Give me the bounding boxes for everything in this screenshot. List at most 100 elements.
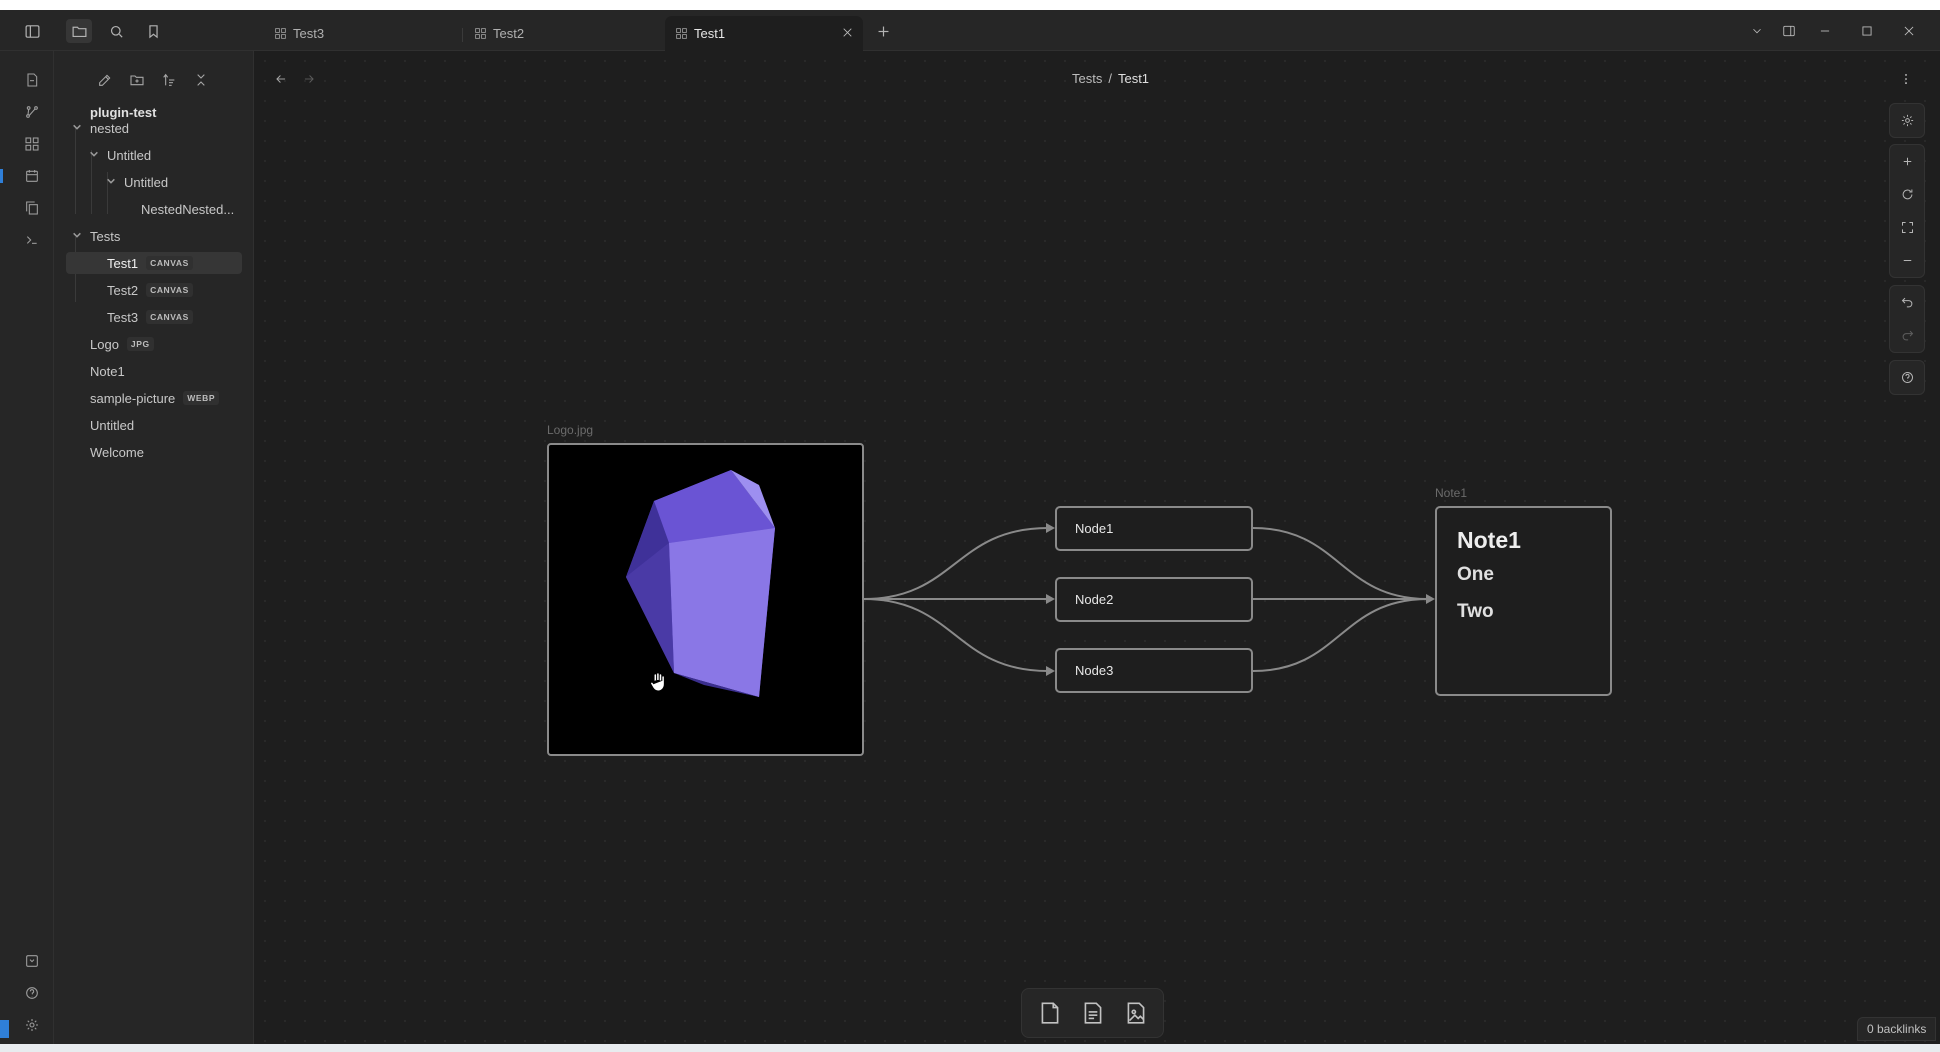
obsidian-window: Test3 Test2 Test1 plugin-test nested Unt…: [0, 10, 1940, 1044]
arrowhead-node3: [1046, 666, 1055, 676]
tree-file-sample-picture[interactable]: sample-picture WEBP: [66, 387, 242, 409]
note-line: One: [1457, 564, 1494, 585]
file-type-badge: JPG: [126, 337, 154, 351]
sidebar-toggle-icon[interactable]: [19, 19, 45, 43]
file-type-badge: WEBP: [183, 391, 220, 405]
vault-switcher-icon[interactable]: [20, 950, 44, 972]
maximize-icon[interactable]: [1856, 21, 1878, 41]
tab-test3[interactable]: Test3: [262, 16, 458, 51]
note-heading: Note1: [1457, 527, 1521, 553]
chevron-down-icon: [72, 230, 84, 242]
tab-test1[interactable]: Test1: [665, 16, 863, 51]
zoom-to-fit-icon[interactable]: [1890, 211, 1924, 244]
image-node-label: Logo.jpg: [547, 423, 594, 437]
add-card-icon[interactable]: [1032, 995, 1068, 1031]
help-icon[interactable]: [20, 982, 44, 1004]
hand-cursor-icon: [650, 672, 665, 692]
file-type-badge: CANVAS: [146, 256, 193, 270]
copy-files-icon[interactable]: [20, 197, 44, 219]
zoom-out-icon[interactable]: [1890, 244, 1924, 277]
tree-file-nestednested[interactable]: NestedNested...: [66, 198, 242, 220]
settings-gear-icon[interactable]: [20, 1014, 44, 1036]
tree-file-test1[interactable]: Test1 CANVAS: [66, 252, 242, 274]
breadcrumb: Tests / Test1: [1072, 71, 1149, 86]
tree-file-note1[interactable]: Note1: [66, 360, 242, 382]
tree-file-untitled[interactable]: Untitled: [66, 414, 242, 436]
canvas-card-toolbar: [1021, 988, 1164, 1038]
breadcrumb-parent[interactable]: Tests: [1072, 71, 1102, 86]
new-note-icon[interactable]: [94, 69, 116, 91]
canvas-view[interactable]: Tests / Test1 Logo.jpg Node1 Node2 Node3…: [255, 51, 1940, 1044]
chevron-down-icon: [72, 122, 84, 134]
new-folder-icon[interactable]: [126, 69, 148, 91]
close-tab-icon[interactable]: [841, 26, 855, 40]
note-node-note1[interactable]: Note1 One Two: [1435, 506, 1612, 696]
back-arrow-icon[interactable]: [271, 69, 291, 89]
forward-arrow-icon[interactable]: [299, 69, 319, 89]
help-controls: [1889, 360, 1925, 395]
arrowhead-node2: [1046, 594, 1055, 604]
title-bar: Test3 Test2 Test1: [0, 10, 1940, 51]
minimize-icon[interactable]: [1814, 21, 1836, 41]
edge-node1-note1: [1252, 527, 1429, 600]
canvas-help-icon[interactable]: [1890, 361, 1924, 394]
bookmark-icon[interactable]: [140, 19, 166, 43]
file-type-badge: CANVAS: [146, 310, 193, 324]
edge-logo-node3: [863, 598, 1049, 672]
arrowhead-node1: [1046, 523, 1055, 533]
add-media-from-vault-icon[interactable]: [1118, 995, 1154, 1031]
text-node-1[interactable]: Node1: [1055, 506, 1253, 551]
zoom-controls: [1889, 144, 1925, 278]
tree-folder-untitled-inner[interactable]: Untitled: [66, 171, 242, 193]
right-sidebar-toggle-icon[interactable]: [1778, 21, 1800, 41]
calendar-icon[interactable]: [20, 165, 44, 187]
ribbon: [0, 51, 54, 1044]
sort-icon[interactable]: [158, 69, 180, 91]
canvas-icon[interactable]: [20, 133, 44, 155]
tab-label: Test2: [493, 26, 525, 41]
breadcrumb-current[interactable]: Test1: [1118, 71, 1149, 86]
reset-zoom-icon[interactable]: [1890, 178, 1924, 211]
undo-icon[interactable]: [1890, 286, 1924, 319]
backlinks-status[interactable]: 0 backlinks: [1857, 1017, 1937, 1041]
canvas-icon: [675, 27, 689, 41]
canvas-icon: [474, 27, 488, 41]
tree-file-welcome[interactable]: Welcome: [66, 441, 242, 463]
file-explorer: plugin-test nested Untitled Untitled Nes…: [54, 51, 254, 1044]
graph-view-icon[interactable]: [20, 101, 44, 123]
tab-label: Test1: [694, 26, 726, 41]
folder-icon[interactable]: [66, 19, 92, 43]
history-controls: [1889, 285, 1925, 353]
tab-label: Test3: [293, 26, 325, 41]
search-icon[interactable]: [103, 19, 129, 43]
collapse-all-icon[interactable]: [190, 69, 212, 91]
tree-file-logo[interactable]: Logo JPG: [66, 333, 242, 355]
arrowhead-note1: [1426, 594, 1435, 604]
edge-logo-node1: [863, 527, 1049, 600]
file-type-badge: CANVAS: [146, 283, 193, 297]
tab-test2[interactable]: Test2: [462, 16, 658, 51]
open-quick-switcher-icon[interactable]: [20, 69, 44, 91]
canvas-settings-gear-icon[interactable]: [1890, 104, 1924, 137]
tree-folder-untitled[interactable]: Untitled: [66, 144, 242, 166]
edge-node3-note1: [1252, 598, 1429, 672]
add-note-from-vault-icon[interactable]: [1075, 995, 1111, 1031]
zoom-in-icon[interactable]: [1890, 145, 1924, 178]
breadcrumb-separator: /: [1108, 71, 1112, 86]
text-node-2[interactable]: Node2: [1055, 577, 1253, 622]
text-node-3[interactable]: Node3: [1055, 648, 1253, 693]
tab-list-chevron-icon[interactable]: [1746, 21, 1768, 41]
close-window-icon[interactable]: [1898, 21, 1920, 41]
image-node-logo[interactable]: [547, 443, 864, 756]
more-options-icon[interactable]: [1896, 69, 1916, 89]
tree-folder-nested[interactable]: nested: [66, 117, 242, 139]
chevron-down-icon: [106, 176, 118, 188]
tree-file-test3[interactable]: Test3 CANVAS: [66, 306, 242, 328]
obsidian-logo-image: [626, 470, 775, 697]
tree-folder-tests[interactable]: Tests: [66, 225, 242, 247]
canvas-icon: [274, 27, 288, 41]
new-tab-icon[interactable]: [870, 19, 896, 43]
tree-file-test2[interactable]: Test2 CANVAS: [66, 279, 242, 301]
terminal-icon[interactable]: [20, 229, 44, 251]
redo-icon[interactable]: [1890, 319, 1924, 352]
